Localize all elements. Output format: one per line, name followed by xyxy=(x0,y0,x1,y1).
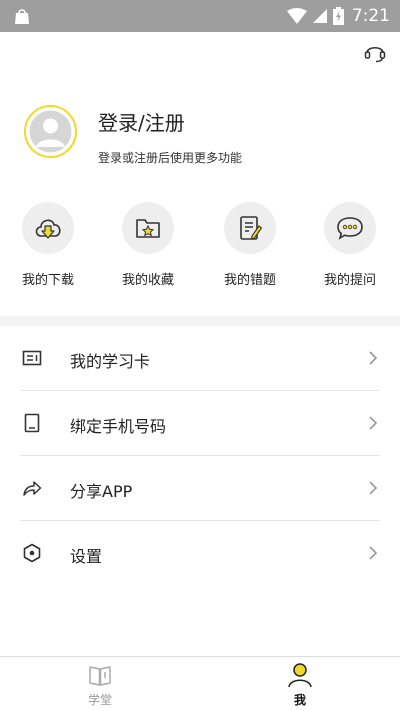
share-icon xyxy=(23,481,42,496)
login-hint: 登录或注册后使用更多功能 xyxy=(98,151,243,165)
shopping-bag-icon xyxy=(15,9,29,24)
profile-header[interactable]: 登录/注册 登录或注册后使用更多功能 xyxy=(24,105,384,165)
book-icon xyxy=(89,666,111,686)
signal-icon xyxy=(312,9,327,23)
menu-item-bind-phone[interactable]: 绑定手机号码 xyxy=(0,391,400,456)
settings-menu: 我的学习卡 绑定手机号码 分享APP 设置 xyxy=(0,326,400,586)
menu-item-share-app[interactable]: 分享APP xyxy=(0,456,400,521)
notebook-edit-icon xyxy=(240,216,263,240)
chevron-right-icon xyxy=(369,481,378,495)
wifi-icon xyxy=(286,8,307,24)
mistakes-circle xyxy=(224,202,276,254)
section-divider xyxy=(0,316,400,326)
my-favorites-label: 我的收藏 xyxy=(121,273,174,288)
bottom-tab-bar: 学堂 我 xyxy=(0,656,400,711)
menu-label: 我的学习卡 xyxy=(70,352,151,371)
quick-actions: 我的下载 我的收藏 我的错题 我的提问 xyxy=(0,202,400,297)
menu-label: 分享APP xyxy=(70,482,133,501)
my-mistakes-label: 我的错题 xyxy=(223,273,276,288)
phone-icon xyxy=(24,413,40,433)
study-card-icon xyxy=(22,350,42,366)
status-time: 7:21 xyxy=(351,6,390,26)
my-favorites-button[interactable]: 我的收藏 xyxy=(108,202,188,288)
my-downloads-label: 我的下载 xyxy=(21,273,74,288)
tab-me[interactable]: 我 xyxy=(250,657,350,711)
chevron-right-icon xyxy=(369,351,378,365)
cloud-download-icon xyxy=(35,219,61,239)
menu-item-study-card[interactable]: 我的学习卡 xyxy=(0,326,400,391)
settings-icon xyxy=(23,543,41,563)
my-questions-label: 我的提问 xyxy=(323,273,376,288)
tab-label: 我 xyxy=(293,693,306,707)
default-avatar-icon xyxy=(29,110,72,153)
my-questions-button[interactable]: 我的提问 xyxy=(310,202,390,288)
person-icon xyxy=(288,663,312,688)
questions-circle xyxy=(324,202,376,254)
menu-item-settings[interactable]: 设置 xyxy=(0,521,400,586)
tab-label: 学堂 xyxy=(87,693,112,707)
chevron-right-icon xyxy=(369,546,378,560)
download-circle xyxy=(22,202,74,254)
battery-icon xyxy=(332,7,344,25)
my-mistakes-button[interactable]: 我的错题 xyxy=(210,202,290,288)
tab-study[interactable]: 学堂 xyxy=(50,657,150,711)
my-downloads-button[interactable]: 我的下载 xyxy=(8,202,88,288)
menu-label: 设置 xyxy=(70,547,103,566)
chat-bubble-icon xyxy=(337,217,363,240)
login-register-title[interactable]: 登录/注册 xyxy=(98,107,185,136)
status-bar: 7:21 xyxy=(0,0,400,32)
menu-label: 绑定手机号码 xyxy=(70,417,167,436)
avatar[interactable] xyxy=(24,105,77,158)
favorites-circle xyxy=(122,202,174,254)
chevron-right-icon xyxy=(369,416,378,430)
headset-icon[interactable] xyxy=(363,41,387,63)
star-folder-icon xyxy=(136,219,160,238)
